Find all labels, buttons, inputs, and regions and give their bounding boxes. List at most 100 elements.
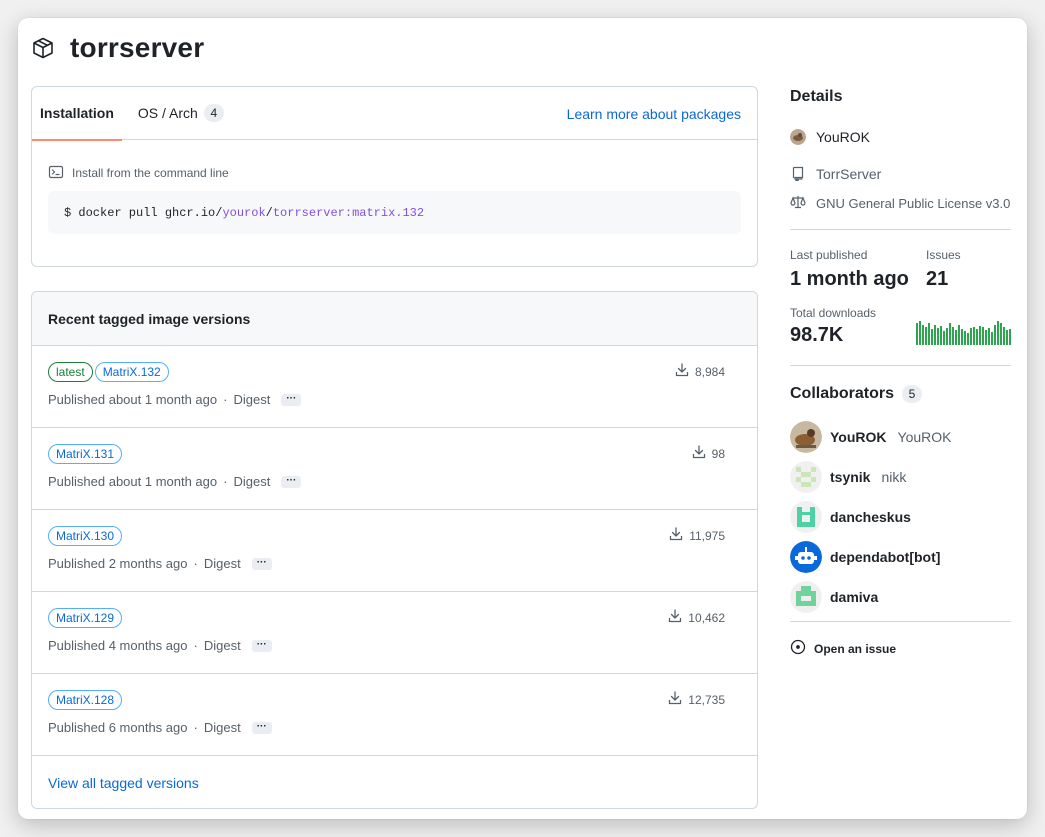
collaborator-name: nikk (881, 469, 907, 485)
view-all-versions-link[interactable]: View all tagged versions (32, 756, 757, 808)
issues-value[interactable]: 21 (926, 268, 961, 291)
collaborator-item[interactable]: damiva (790, 581, 1011, 613)
law-icon (790, 194, 806, 213)
version-tag[interactable]: MatriX.130 (48, 526, 123, 546)
sparkline-bar (973, 327, 975, 345)
sparkline-bar (982, 327, 984, 345)
meta-separator: · (193, 556, 198, 571)
sparkline-bar (964, 331, 966, 345)
more-button[interactable]: ··· (251, 639, 272, 652)
more-button[interactable]: ··· (251, 557, 272, 570)
version-download-count: 12,735 (688, 692, 725, 707)
repo-icon (790, 165, 806, 184)
license-name: GNU General Public License v3.0 (816, 195, 1011, 211)
sparkline-bar (967, 333, 969, 345)
version-published: Published 6 months ago (48, 720, 188, 735)
tab-os-arch[interactable]: OS / Arch 4 (130, 87, 232, 140)
sparkline-bar (916, 323, 918, 345)
version-row: MatriX.130 Published 2 months ago · Dige… (32, 510, 757, 592)
version-published: Published about 1 month ago (48, 474, 218, 489)
open-issue-link[interactable]: Open an issue (790, 639, 1011, 658)
tab-installation-label: Installation (40, 105, 114, 121)
repo-link[interactable]: TorrServer (790, 165, 1011, 183)
version-meta: Published 6 months ago · Digest ··· (48, 720, 741, 735)
collaborator-login: tsynik (830, 469, 871, 485)
collaborator-item[interactable]: dancheskus (790, 501, 1011, 533)
collaborators-count: 5 (902, 385, 923, 403)
version-published: Published 4 months ago (48, 638, 188, 653)
version-tags: MatriX.130 (48, 526, 741, 546)
tab-os-arch-label: OS / Arch (137, 105, 198, 121)
version-tag[interactable]: MatriX.132 (94, 362, 169, 382)
collaborator-login: YouROK (830, 429, 887, 445)
open-issue-label: Open an issue (814, 641, 897, 656)
sparkline-bar (943, 331, 945, 345)
version-download-count: 8,984 (694, 364, 725, 379)
owner-link[interactable]: YouROK (790, 128, 1011, 146)
collaborator-item[interactable]: YouROK YouROK (790, 421, 1011, 453)
meta-separator: · (193, 720, 198, 735)
more-button[interactable]: ··· (251, 721, 272, 734)
version-tag[interactable]: MatriX.129 (48, 608, 123, 628)
tab-installation[interactable]: Installation (32, 87, 122, 141)
learn-more-link[interactable]: Learn more about packages (567, 87, 741, 140)
digest-link[interactable]: Digest (204, 556, 241, 571)
sparkline-bar (979, 326, 981, 345)
version-download-count: 11,975 (689, 528, 725, 543)
version-tag[interactable]: latest (48, 362, 93, 382)
download-icon (674, 362, 690, 381)
last-published-value: 1 month ago (790, 268, 909, 290)
download-icon (668, 526, 684, 545)
install-tabs: Installation OS / Arch 4 Learn more abou… (32, 87, 757, 141)
digest-link[interactable]: Digest (233, 392, 270, 407)
docker-command[interactable]: $ docker pull ghcr.io/yourok / torrserver:… (48, 191, 741, 234)
version-tag[interactable]: MatriX.131 (48, 444, 123, 464)
sparkline-bar (940, 326, 942, 345)
version-tags: latest MatriX.132 (48, 362, 741, 382)
sparkline-bar (934, 325, 936, 345)
license-link[interactable]: GNU General Public License v3.0 (790, 194, 1011, 212)
download-icon (667, 608, 683, 627)
command-separator: / (265, 205, 273, 220)
avatar (790, 461, 822, 493)
command-prefix: $ docker pull ghcr.io/ (64, 205, 223, 220)
collaborators-header: Collaborators 5 (790, 385, 1011, 403)
digest-link[interactable]: Digest (204, 638, 241, 653)
downloads-stat: Total downloads 98.7K (790, 306, 1011, 347)
cli-label: Install from the command line (48, 165, 741, 181)
sparkline-bar (976, 329, 978, 345)
digest-link[interactable]: Digest (204, 720, 241, 735)
tab-os-arch-count: 4 (203, 104, 224, 122)
collaborator-item[interactable]: tsynik nikk (790, 461, 1011, 493)
sparkline-bar (988, 328, 990, 345)
more-button[interactable]: ··· (281, 393, 302, 406)
version-published: Published 2 months ago (48, 556, 188, 571)
collaborator-name: YouROK (897, 429, 952, 445)
versions-heading: Recent tagged image versions (32, 292, 757, 346)
collaborator-item[interactable]: dependabot[bot] (790, 541, 1011, 573)
sparkline-bar (928, 323, 930, 345)
version-row: latest MatriX.132 Published about 1 month… (32, 346, 757, 428)
downloads-value: 98.7K (790, 324, 844, 346)
divider (790, 229, 1011, 230)
version-tag[interactable]: MatriX.128 (48, 690, 123, 710)
installation-panel: Installation OS / Arch 4 Learn more abou… (31, 86, 758, 267)
tagged-versions-panel: Recent tagged image versions latest Matri… (31, 291, 758, 809)
version-row: MatriX.129 Published 4 months ago · Dige… (32, 592, 757, 674)
collaborator-login: damiva (830, 589, 879, 605)
more-button[interactable]: ··· (281, 475, 302, 488)
sparkline-bar (958, 325, 960, 345)
version-row: MatriX.128 Published 6 months ago · Dige… (32, 674, 757, 756)
sparkline-bar (1009, 329, 1011, 345)
version-meta: Published 4 months ago · Digest ··· (48, 638, 741, 653)
publish-stats: Last published 1 month ago Issues 21 (790, 248, 1011, 291)
issue-opened-icon (790, 639, 806, 658)
download-icon (667, 690, 683, 709)
avatar (790, 541, 822, 573)
terminal-icon (48, 164, 64, 183)
sparkline-bar (991, 332, 993, 345)
command-owner: yourok (222, 205, 266, 220)
downloads-sparkline (916, 319, 1011, 345)
digest-link[interactable]: Digest (233, 474, 270, 489)
downloads-label: Total downloads (790, 306, 877, 320)
